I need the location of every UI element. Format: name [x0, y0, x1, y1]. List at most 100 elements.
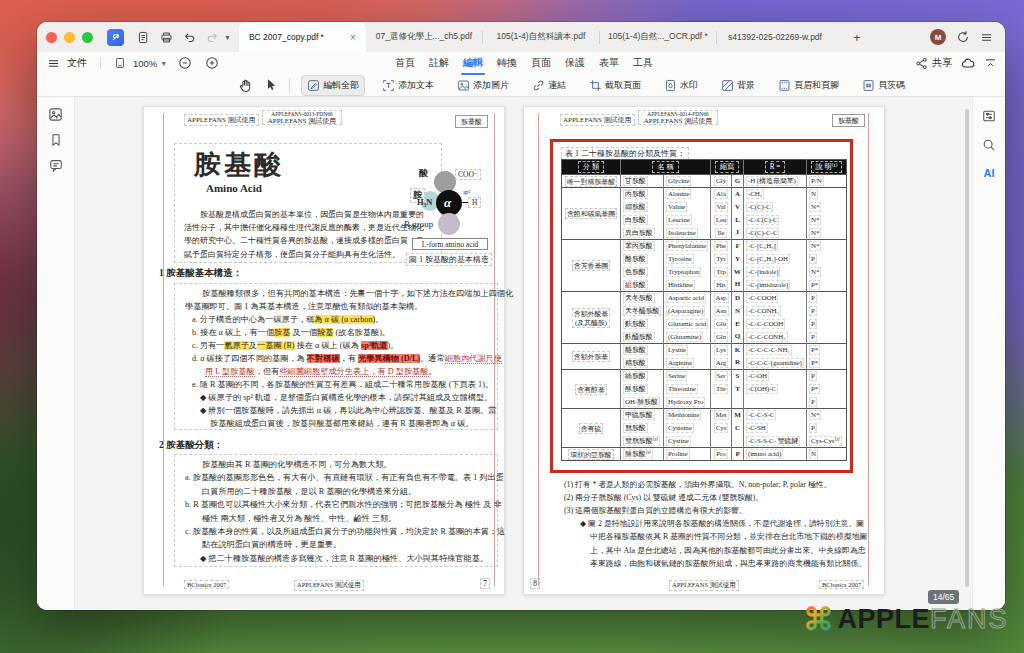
- table-notes[interactable]: (1) 打有 * 者是人類的必需胺基酸，須由外界攝取。N, non-polar;…: [564, 478, 831, 517]
- name-cn-cell: 天冬醯胺酸: [621, 305, 664, 318]
- bookmark-icon[interactable]: [49, 133, 63, 147]
- toolbar-button-頁眉和頁腳[interactable]: 頁眉和頁腳: [772, 75, 845, 96]
- share-label[interactable]: 共享: [932, 56, 952, 70]
- toolbar-button-label: 貝茨碼: [878, 79, 905, 92]
- document-tab[interactable]: s41392-025-02269-w.pdf: [717, 22, 833, 52]
- document-title[interactable]: 胺基酸: [194, 147, 284, 183]
- section2-block[interactable]: 胺基酸由其 R 基團的化學構造不同，可分為數大類。a. 胺基酸的基團形形色色，有…: [174, 454, 498, 567]
- toolbar-button-連結[interactable]: 連結: [526, 75, 572, 96]
- category-label: 含額外酸基 (及其醯胺): [572, 308, 610, 328]
- toolbar-button-編輯全部[interactable]: 編輯全部: [301, 75, 365, 96]
- nav-tab-工具[interactable]: 工具: [631, 53, 655, 73]
- watermark-icon: [664, 79, 677, 92]
- name-cn-cell: 雙胱胺酸⁽³⁾: [621, 435, 664, 448]
- page-footer-center[interactable]: APPLEFANS 測試使用: [669, 580, 739, 591]
- category-label: 含芳香基團: [572, 260, 610, 271]
- abbr3-cell: Glu: [711, 318, 732, 331]
- toolbar-button-label: 截取頁面: [605, 79, 641, 92]
- file-menu-icon[interactable]: [47, 57, 60, 70]
- document-tab[interactable]: BC 2007_copy.pdf *×: [239, 22, 366, 52]
- new-document-icon[interactable]: [136, 30, 150, 44]
- nav-tab-編輯[interactable]: 編輯: [461, 53, 485, 73]
- panel-icon[interactable]: [982, 109, 996, 123]
- nav-tab-轉換[interactable]: 轉換: [495, 53, 519, 73]
- vertical-scrollbar[interactable]: [965, 109, 969, 587]
- name-en-cell: Cysteine: [664, 422, 711, 435]
- document-tab[interactable]: 07_選修化學上..._ch5.pdf: [366, 22, 482, 52]
- command-logo-icon: ⌘: [803, 601, 835, 638]
- share-icon[interactable]: [915, 57, 928, 70]
- page-corner-badge[interactable]: 胺基酸: [455, 115, 488, 128]
- nav-tab-註解[interactable]: 註解: [427, 53, 451, 73]
- document-tab[interactable]: 105(1-4)自然科讀本.pdf: [483, 22, 599, 52]
- file-menu[interactable]: 文件: [67, 56, 87, 70]
- main-menu-icon[interactable]: [980, 31, 993, 44]
- note-cell: P: [807, 305, 847, 318]
- section2-heading[interactable]: 2 胺基酸分類：: [159, 439, 223, 452]
- page-footer-number[interactable]: 7: [480, 578, 490, 589]
- category-label: 環狀的亞胺酸: [568, 449, 613, 460]
- history-icon[interactable]: [956, 30, 970, 44]
- section1-heading[interactable]: 1 胺基酸基本構造：: [159, 267, 242, 280]
- toolbar-button-水印[interactable]: 水印: [658, 75, 704, 96]
- account-avatar[interactable]: M: [930, 29, 946, 45]
- menu-row: 文件 100% ▼ 首頁註解編輯轉換頁面保護表單工具 共享: [37, 52, 1005, 74]
- abbr1-cell: C: [732, 422, 744, 435]
- nav-tab-首頁[interactable]: 首頁: [393, 53, 417, 73]
- new-tab-button[interactable]: +: [833, 30, 861, 45]
- name-cn-cell: 脯胺酸⁽³⁾: [621, 448, 664, 461]
- toolbar-button-貝茨碼[interactable]: 貝茨碼: [856, 75, 911, 96]
- hand-tool-icon[interactable]: [238, 78, 253, 93]
- abbr3-cell: Thr: [711, 383, 732, 396]
- note-cell: N*: [807, 214, 847, 227]
- toolbar-button-添加文本[interactable]: 添加文本: [376, 75, 440, 96]
- select-tool-icon[interactable]: [264, 78, 278, 92]
- search-icon[interactable]: [982, 138, 996, 152]
- section1-block[interactable]: 胺基酸種類很多，但有共同的基本構造：先畫一個十字，如下述方法在四端加上四個化學基…: [174, 283, 498, 430]
- page-header-center[interactable]: APPLEFANS-0013-PDN66 APPLEFANS 測試使用: [262, 110, 342, 125]
- zoom-out-icon[interactable]: [178, 56, 192, 70]
- intro-paragraph[interactable]: 胺基酸是構成蛋白質的基本單位，因蛋白質是生物体内最重要的活性分子，其中擔任催化種…: [184, 208, 424, 261]
- undo-icon[interactable]: [182, 30, 196, 44]
- note-cell: P/N: [807, 175, 847, 188]
- page-header-text[interactable]: APPLEFANS 測試使用: [184, 114, 259, 126]
- thumbnail-icon[interactable]: [48, 107, 63, 122]
- page-footer-number[interactable]: 8: [530, 578, 540, 589]
- comment-icon[interactable]: [49, 158, 63, 172]
- amino-acid-table[interactable]: 分 類名 稱縮寫R =說 明⁽¹⁾唯一對稱胺基酸甘胺酸GlycineGlyG-H…: [561, 159, 847, 461]
- nav-tab-保護[interactable]: 保護: [563, 53, 587, 73]
- page-header-text[interactable]: APPLEFANS 測試使用: [560, 114, 635, 126]
- amino-acid-figure[interactable]: 酸 COO⁻ 胺 H₃N α sp³ H R group L-form amin…: [394, 157, 506, 267]
- toolbar-button-截取頁面[interactable]: 截取頁面: [583, 75, 647, 96]
- page-corner-badge[interactable]: 胺基酸: [832, 114, 865, 127]
- ai-assistant-button[interactable]: AI: [984, 167, 995, 179]
- zoom-dropdown-icon[interactable]: ▼: [160, 60, 167, 67]
- zoom-in-icon[interactable]: [205, 56, 219, 70]
- redo-icon[interactable]: [205, 30, 219, 44]
- minimize-window-button[interactable]: [64, 32, 75, 43]
- tab-close-icon[interactable]: ×: [350, 32, 356, 43]
- zoom-level-value[interactable]: 100%: [133, 58, 157, 69]
- document-subtitle[interactable]: Amino Acid: [206, 182, 262, 194]
- nav-tab-頁面[interactable]: 頁面: [529, 53, 553, 73]
- undo-dropdown-icon[interactable]: ▼: [224, 34, 231, 41]
- collapse-toolbar-icon[interactable]: [984, 57, 997, 70]
- note-cell: P*: [807, 357, 847, 370]
- page-header-center[interactable]: APPLEFANS-0014-PDN66 APPLEFANS 測試使用: [638, 110, 718, 125]
- table-header: 名 稱: [652, 161, 678, 173]
- page-thumb-icon[interactable]: [114, 57, 126, 69]
- cloud-icon[interactable]: [961, 56, 975, 70]
- close-window-button[interactable]: [46, 32, 57, 43]
- page-footer-left[interactable]: BCbasics 2007: [184, 580, 229, 589]
- zoom-window-button[interactable]: [82, 32, 93, 43]
- print-icon[interactable]: [159, 30, 173, 44]
- nav-tab-表單[interactable]: 表單: [597, 53, 621, 73]
- document-tab[interactable]: 105(1-4)自然..._OCR.pdf *: [600, 22, 716, 52]
- abbr3-cell: Trp: [711, 266, 732, 279]
- page-footer-center[interactable]: APPLEFANS 測試使用: [294, 580, 364, 591]
- page-footer-right[interactable]: BCbasics 2007: [819, 580, 864, 589]
- toolbar-button-添加圖片[interactable]: 添加圖片: [451, 75, 515, 96]
- h3n-label: H₃N: [417, 197, 432, 207]
- figure2-note[interactable]: ◆ 圖 2 是特地設計用來說明各胺基酸的構造關係，不是代謝途徑，請特別注意。圖中…: [564, 517, 868, 570]
- toolbar-button-背景[interactable]: 背景: [715, 75, 761, 96]
